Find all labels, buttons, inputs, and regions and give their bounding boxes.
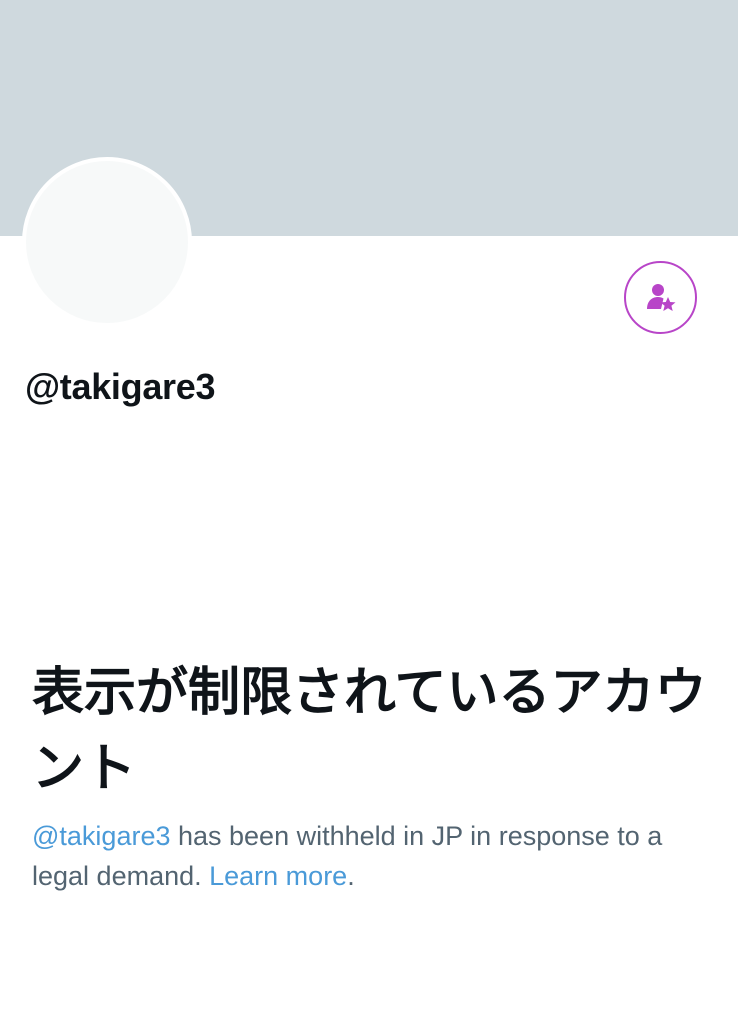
learn-more-link[interactable]: Learn more [209, 861, 347, 891]
person-star-icon [646, 283, 675, 311]
withheld-title: 表示が制限されているアカウント [32, 664, 707, 798]
avatar [22, 157, 192, 327]
period: . [347, 861, 355, 891]
profile-handle: @takigare3 [25, 366, 216, 407]
profile-page: @takigare3 表示が制限されているアカウント @takigare3 ha… [0, 0, 738, 1024]
withheld-description: @takigare3 has been withheld in JP in re… [32, 816, 722, 896]
mention-link[interactable]: @takigare3 [32, 821, 170, 851]
follow-button[interactable] [624, 261, 697, 334]
